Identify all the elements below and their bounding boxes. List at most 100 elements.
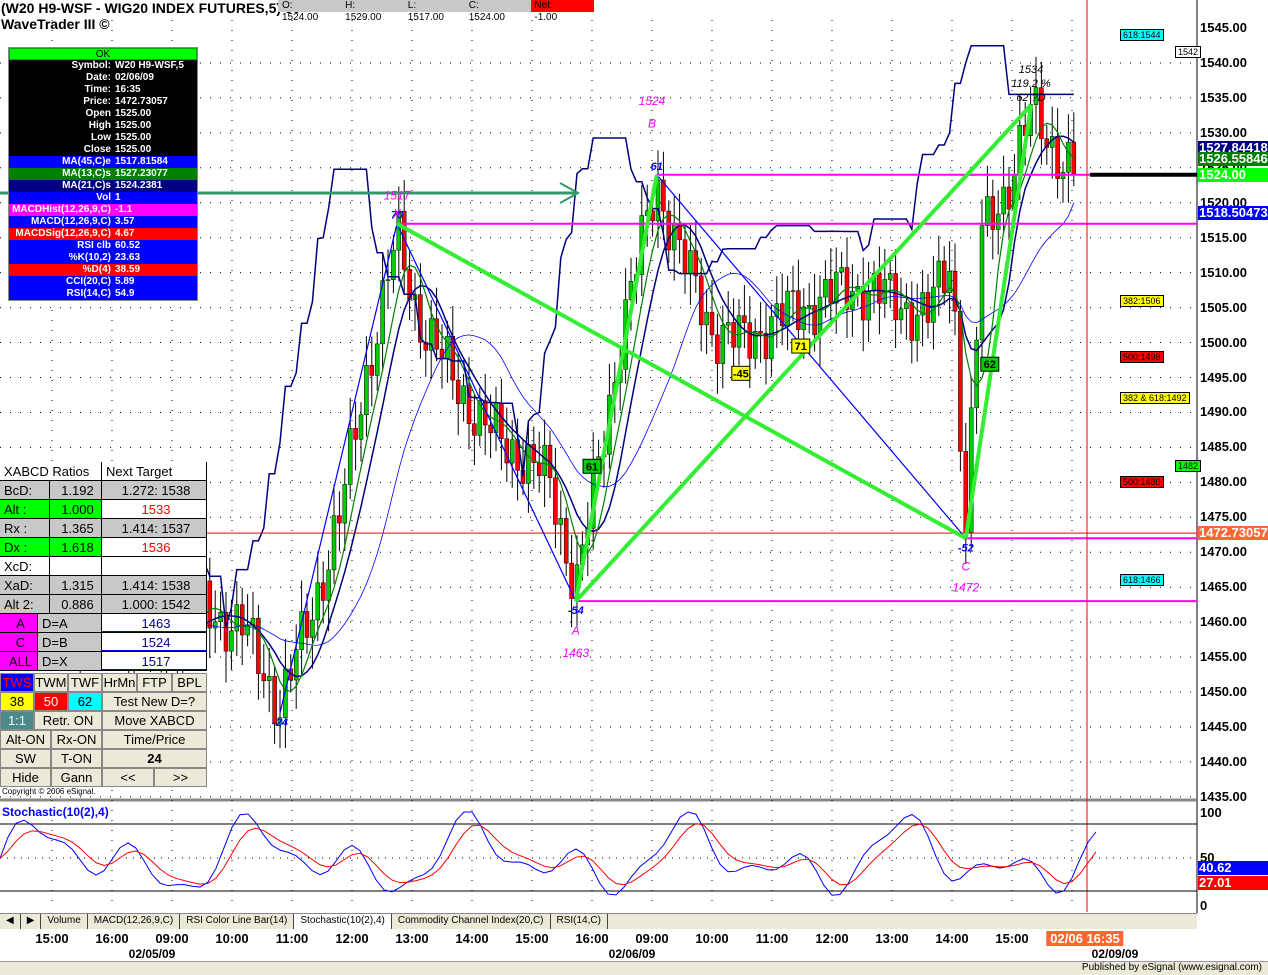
candle-body [445, 335, 450, 359]
candle-body [747, 322, 753, 359]
stoch-level-0: 0 [1200, 898, 1208, 913]
ton-button[interactable]: T-ON [51, 749, 102, 768]
pattern-line [963, 104, 1034, 539]
d-point-label: 119.2 % [1011, 78, 1051, 90]
fib-level-tag: 382 & 618:1492 [1120, 392, 1190, 405]
ftp-button[interactable]: FTP [137, 673, 172, 692]
time-tick: 16:00 [95, 931, 129, 946]
move-button[interactable]: Move XABCD [102, 711, 207, 730]
ratio-row: XcD: [0, 557, 207, 576]
xabcd-header: XABCD Ratios [0, 462, 102, 480]
candle-body [1006, 186, 1012, 210]
info-key: MA(13,C)s [62, 168, 111, 179]
tab-scroll-left[interactable]: ◀ [0, 914, 21, 929]
f38-button[interactable]: 38 [0, 692, 34, 711]
candle-body [526, 444, 531, 484]
info-value: W20 H9-WSF,5 [115, 60, 184, 71]
twf-button[interactable]: TWF [68, 673, 102, 692]
pattern-point-label: C [961, 559, 970, 573]
tab-scroll-right[interactable]: ▶ [21, 914, 42, 929]
copyright: Copyright © 2006 eSignal. [2, 787, 96, 796]
rx-button[interactable]: Rx-ON [51, 730, 102, 749]
test-button[interactable]: Test New D=? [102, 692, 207, 711]
retr-button[interactable]: Retr. ON [34, 711, 102, 730]
tab-study[interactable]: Volume [41, 914, 88, 929]
info-key: Price: [83, 96, 111, 107]
candle-body [374, 343, 380, 376]
info-row: MACDSig(12,26,9,C) 4.67 [9, 228, 197, 240]
candle-body [364, 365, 369, 416]
ratio-marker: 61 [582, 458, 602, 474]
time-tick: 15:00 [35, 931, 69, 946]
point-toggle[interactable]: C [0, 633, 38, 651]
f62-button[interactable]: 62 [68, 692, 102, 711]
ratio-target: 1533 [102, 500, 207, 518]
hrmn-button[interactable]: HrMn [102, 673, 137, 692]
candle-body [1001, 186, 1006, 215]
point-toggle[interactable]: A [0, 614, 38, 632]
alt-button[interactable]: Alt-ON [0, 730, 51, 749]
time-tick: 13:00 [875, 931, 909, 946]
info-row: MA(45,C)e 1517.81584 [9, 156, 197, 168]
swing-label: 61 [651, 161, 663, 173]
prev-button[interactable]: << [102, 768, 154, 787]
ratio-value: 1.315 [50, 576, 102, 594]
tab-study[interactable]: Stochastic(10(2),4) [294, 914, 392, 929]
info-row: MACDHist(12,26,9,C) -1.1 [9, 204, 197, 216]
price-tick: 1480.00 [1200, 474, 1247, 490]
ratio-row: Alt :1.000 1533 [0, 500, 207, 519]
tab-study[interactable]: RSI Color Line Bar(14) [180, 914, 295, 929]
num-button[interactable]: 24 [102, 749, 207, 768]
time-tick: 14:00 [455, 931, 489, 946]
ratio-target [102, 557, 207, 575]
info-value: 38.59 [115, 264, 141, 275]
fib-level-tag: 500:1480 [1120, 476, 1164, 489]
ratio-target: 1536 [102, 538, 207, 556]
fib-level-tag: 618:1466 [1120, 574, 1164, 587]
info-key: Symbol: [71, 60, 111, 71]
tab-study[interactable]: MACD(12,26,9,C) [88, 914, 181, 929]
target-value: 1463 [102, 614, 207, 632]
f50-button[interactable]: 50 [34, 692, 68, 711]
info-key: Time: [84, 84, 112, 95]
candle-body [898, 308, 904, 321]
candle-body [261, 673, 267, 681]
point-toggle[interactable]: ALL [0, 652, 38, 670]
ratio-row: XaD: 1.315 1.414: 1538 [0, 576, 207, 595]
next-button[interactable]: >> [154, 768, 207, 787]
tp-button[interactable]: Time/Price [102, 730, 207, 749]
ratio-value: 0.886 [50, 595, 102, 613]
twm-button[interactable]: TWM [34, 673, 68, 692]
bpl-button[interactable]: BPL [172, 673, 207, 692]
price-tick: 1505.00 [1200, 299, 1247, 315]
sw-button[interactable]: SW OFF [0, 749, 51, 768]
r11-button[interactable]: 1:1 [0, 711, 34, 730]
info-value: 1524.2381 [115, 180, 163, 191]
tws-button[interactable]: TWS [0, 673, 34, 692]
price-tick: 1535.00 [1200, 89, 1247, 105]
cursor-info-panel: OK Symbol: W20 H9-WSF,5 Date: 02/06/09 Time:… [8, 47, 198, 301]
hide-button[interactable]: Hide [0, 768, 51, 787]
info-row: MACD(12,26,9,C) 3.57 [9, 216, 197, 228]
tab-study[interactable]: RSI(14,C) [551, 914, 608, 929]
pattern-point-label: A [571, 624, 580, 638]
ok-button[interactable]: OK [9, 48, 197, 60]
price-tick: 1435.00 [1200, 788, 1247, 804]
tab-study[interactable]: Commodity Channel Index(20,C) [392, 914, 551, 929]
low-value: L: 1517.00 [407, 0, 444, 23]
date-label: 02/06/09 [608, 947, 656, 961]
info-row: CCI(20,C) 5.89 [9, 276, 197, 288]
price-tick: 1500.00 [1200, 334, 1247, 350]
candle-body [369, 365, 375, 376]
candle-body [909, 302, 915, 341]
candle-body [904, 302, 909, 309]
gann-button[interactable]: Gann [51, 768, 102, 787]
candle-body [666, 210, 672, 251]
time-tick: 09:00 [155, 931, 189, 946]
ohlc-bar: O: 1524.00 H: 1529.00 L: 1517.00 C: 1524… [278, 0, 594, 23]
info-value: 5.89 [115, 276, 135, 287]
status-bar: Published by eSignal (www.esignal.com) [0, 961, 1268, 975]
target-label: D=A [38, 614, 102, 632]
info-value: 60.52 [115, 240, 141, 251]
candle-body [353, 428, 358, 440]
